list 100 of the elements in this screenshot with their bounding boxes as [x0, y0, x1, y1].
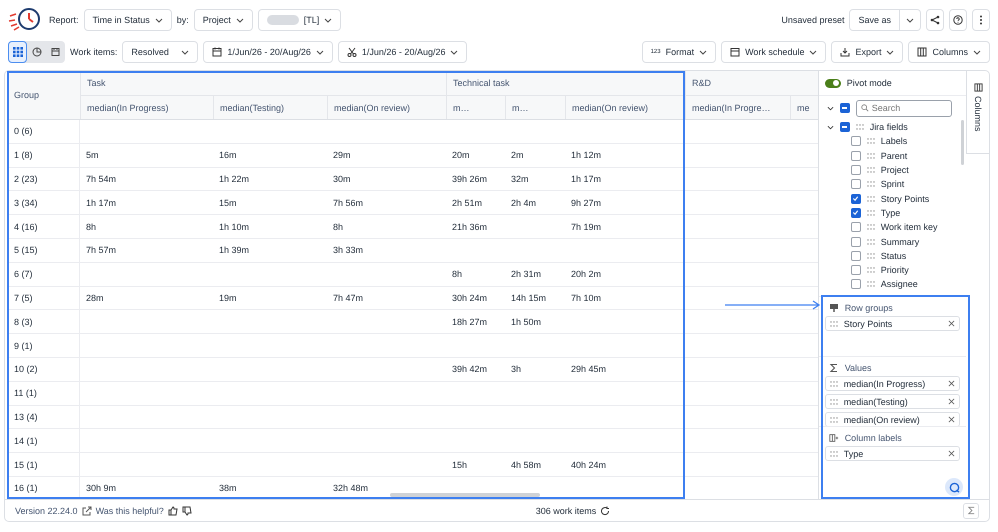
columns-side-tab[interactable]: Columns: [966, 71, 989, 154]
group-checkbox[interactable]: [840, 122, 850, 132]
drag-handle-icon[interactable]: [856, 124, 864, 130]
table-cell: 3h: [511, 364, 522, 374]
work-schedule-dropdown[interactable]: Work schedule: [721, 41, 826, 63]
field-checkbox[interactable]: [850, 194, 861, 204]
table-cell: 38m: [219, 483, 237, 494]
column-header[interactable]: median(On review): [565, 96, 685, 119]
column-header[interactable]: median(In Progre…: [685, 96, 790, 119]
pivot-mode-toggle[interactable]: [824, 78, 841, 88]
field-label[interactable]: Labels: [880, 136, 908, 146]
drag-handle-icon[interactable]: [866, 138, 875, 144]
drag-handle-icon[interactable]: [830, 450, 838, 456]
field-label[interactable]: Priority: [880, 265, 909, 276]
drag-handle-icon[interactable]: [866, 238, 875, 245]
group-by-dropdown[interactable]: Project: [194, 9, 253, 31]
caret-icon: [699, 50, 708, 54]
field-checkbox[interactable]: [850, 165, 861, 176]
sigma-button[interactable]: [963, 502, 979, 518]
more-icon: [979, 15, 983, 25]
table-cell: 16m: [219, 150, 237, 160]
share-button[interactable]: [926, 9, 944, 31]
field-checkbox[interactable]: [850, 208, 861, 218]
columns-dropdown[interactable]: Columns: [908, 41, 990, 63]
date-range-dropdown[interactable]: 1/Jun/26 - 20/Aug/26: [203, 41, 333, 63]
field-label[interactable]: Work item key: [880, 222, 938, 232]
cut-range-dropdown[interactable]: 1/Jun/26 - 20/Aug/26: [338, 41, 468, 63]
field-checkbox[interactable]: [850, 279, 861, 290]
close-icon[interactable]: [948, 380, 956, 387]
drag-handle-icon[interactable]: [866, 224, 875, 230]
drag-handle-icon[interactable]: [830, 380, 838, 386]
field-label[interactable]: Story Points: [880, 194, 930, 204]
group-cell: 2 (23): [8, 168, 80, 190]
report-dropdown[interactable]: Time in Status: [84, 9, 172, 31]
close-icon[interactable]: [948, 320, 956, 327]
group-cell: 8 (3): [8, 310, 80, 334]
field-checkbox[interactable]: [850, 136, 861, 146]
column-header[interactable]: median(On review): [327, 96, 446, 119]
drag-handle-icon[interactable]: [830, 398, 838, 404]
refresh-icon[interactable]: [600, 506, 610, 516]
version-link[interactable]: Version 22.24.0: [15, 506, 78, 516]
column-header[interactable]: Group: [8, 71, 80, 119]
close-icon[interactable]: [948, 450, 956, 457]
drag-handle-icon[interactable]: [866, 196, 875, 202]
field-checkbox[interactable]: [850, 150, 861, 161]
drag-handle-icon[interactable]: [830, 416, 838, 422]
thumbs-down-icon[interactable]: [182, 506, 192, 516]
drag-handle-icon[interactable]: [830, 320, 838, 326]
scissors-icon: [346, 47, 357, 57]
drag-handle-icon[interactable]: [866, 181, 875, 188]
save-as-button[interactable]: Save as: [849, 9, 900, 31]
search-field[interactable]: Search: [856, 100, 952, 116]
field-checkbox[interactable]: [850, 179, 861, 190]
drag-handle-icon[interactable]: [866, 267, 875, 274]
more-button[interactable]: [972, 9, 990, 31]
table-cell: 1h 17m: [86, 198, 116, 208]
close-icon[interactable]: [948, 398, 956, 405]
field-label[interactable]: Status: [880, 250, 906, 261]
drag-handle-icon[interactable]: [866, 210, 875, 216]
field-checkbox[interactable]: [850, 236, 861, 247]
field-checkbox[interactable]: [850, 265, 861, 276]
save-options-button[interactable]: [900, 9, 921, 31]
close-icon[interactable]: [948, 416, 956, 423]
select-all-checkbox[interactable]: [840, 103, 850, 113]
column-header[interactable]: median(In Progress): [80, 96, 213, 119]
field-label[interactable]: Sprint: [880, 179, 904, 190]
drag-handle-icon[interactable]: [866, 167, 875, 174]
drag-handle-icon[interactable]: [866, 152, 875, 159]
field-label[interactable]: Project: [880, 165, 909, 176]
horizontal-scrollbar[interactable]: [390, 493, 540, 497]
table-cell: 3h 33m: [333, 245, 364, 256]
section-title: Column labels: [844, 433, 902, 443]
export-dropdown[interactable]: Export: [831, 41, 904, 63]
column-header[interactable]: m…: [446, 96, 505, 119]
table-cell: 1h 12m: [571, 150, 602, 160]
field-checkbox[interactable]: [850, 222, 861, 232]
external-link-icon[interactable]: [82, 506, 92, 516]
thumbs-up-icon[interactable]: [168, 506, 178, 516]
project-dropdown[interactable]: [TL]: [258, 9, 342, 31]
field-chip-label: median(Testing): [844, 396, 909, 406]
group-cell: 6 (7): [8, 262, 80, 286]
column-header[interactable]: m…: [505, 96, 565, 119]
column-header[interactable]: median(Testing): [213, 96, 327, 119]
column-group-header: Task: [80, 71, 446, 95]
field-checkbox[interactable]: [850, 250, 861, 261]
chevron-down-icon[interactable]: [826, 124, 834, 130]
group-cell: 5 (15): [8, 238, 80, 262]
field-label[interactable]: Summary: [880, 236, 920, 247]
vertical-scrollbar[interactable]: [961, 120, 964, 165]
drag-handle-icon[interactable]: [866, 252, 875, 259]
group-cell: 3 (34): [8, 191, 80, 214]
field-label[interactable]: Assignee: [880, 279, 918, 290]
grid-view-button[interactable]: [8, 41, 27, 63]
chevron-down-icon[interactable]: [826, 106, 834, 110]
work-items-dropdown[interactable]: Resolved: [122, 41, 198, 63]
field-label[interactable]: Type: [880, 208, 900, 218]
field-group-label[interactable]: Jira fields: [870, 122, 908, 132]
drag-handle-icon[interactable]: [866, 281, 875, 288]
help-button[interactable]: [949, 9, 967, 31]
field-label[interactable]: Parent: [880, 150, 908, 161]
